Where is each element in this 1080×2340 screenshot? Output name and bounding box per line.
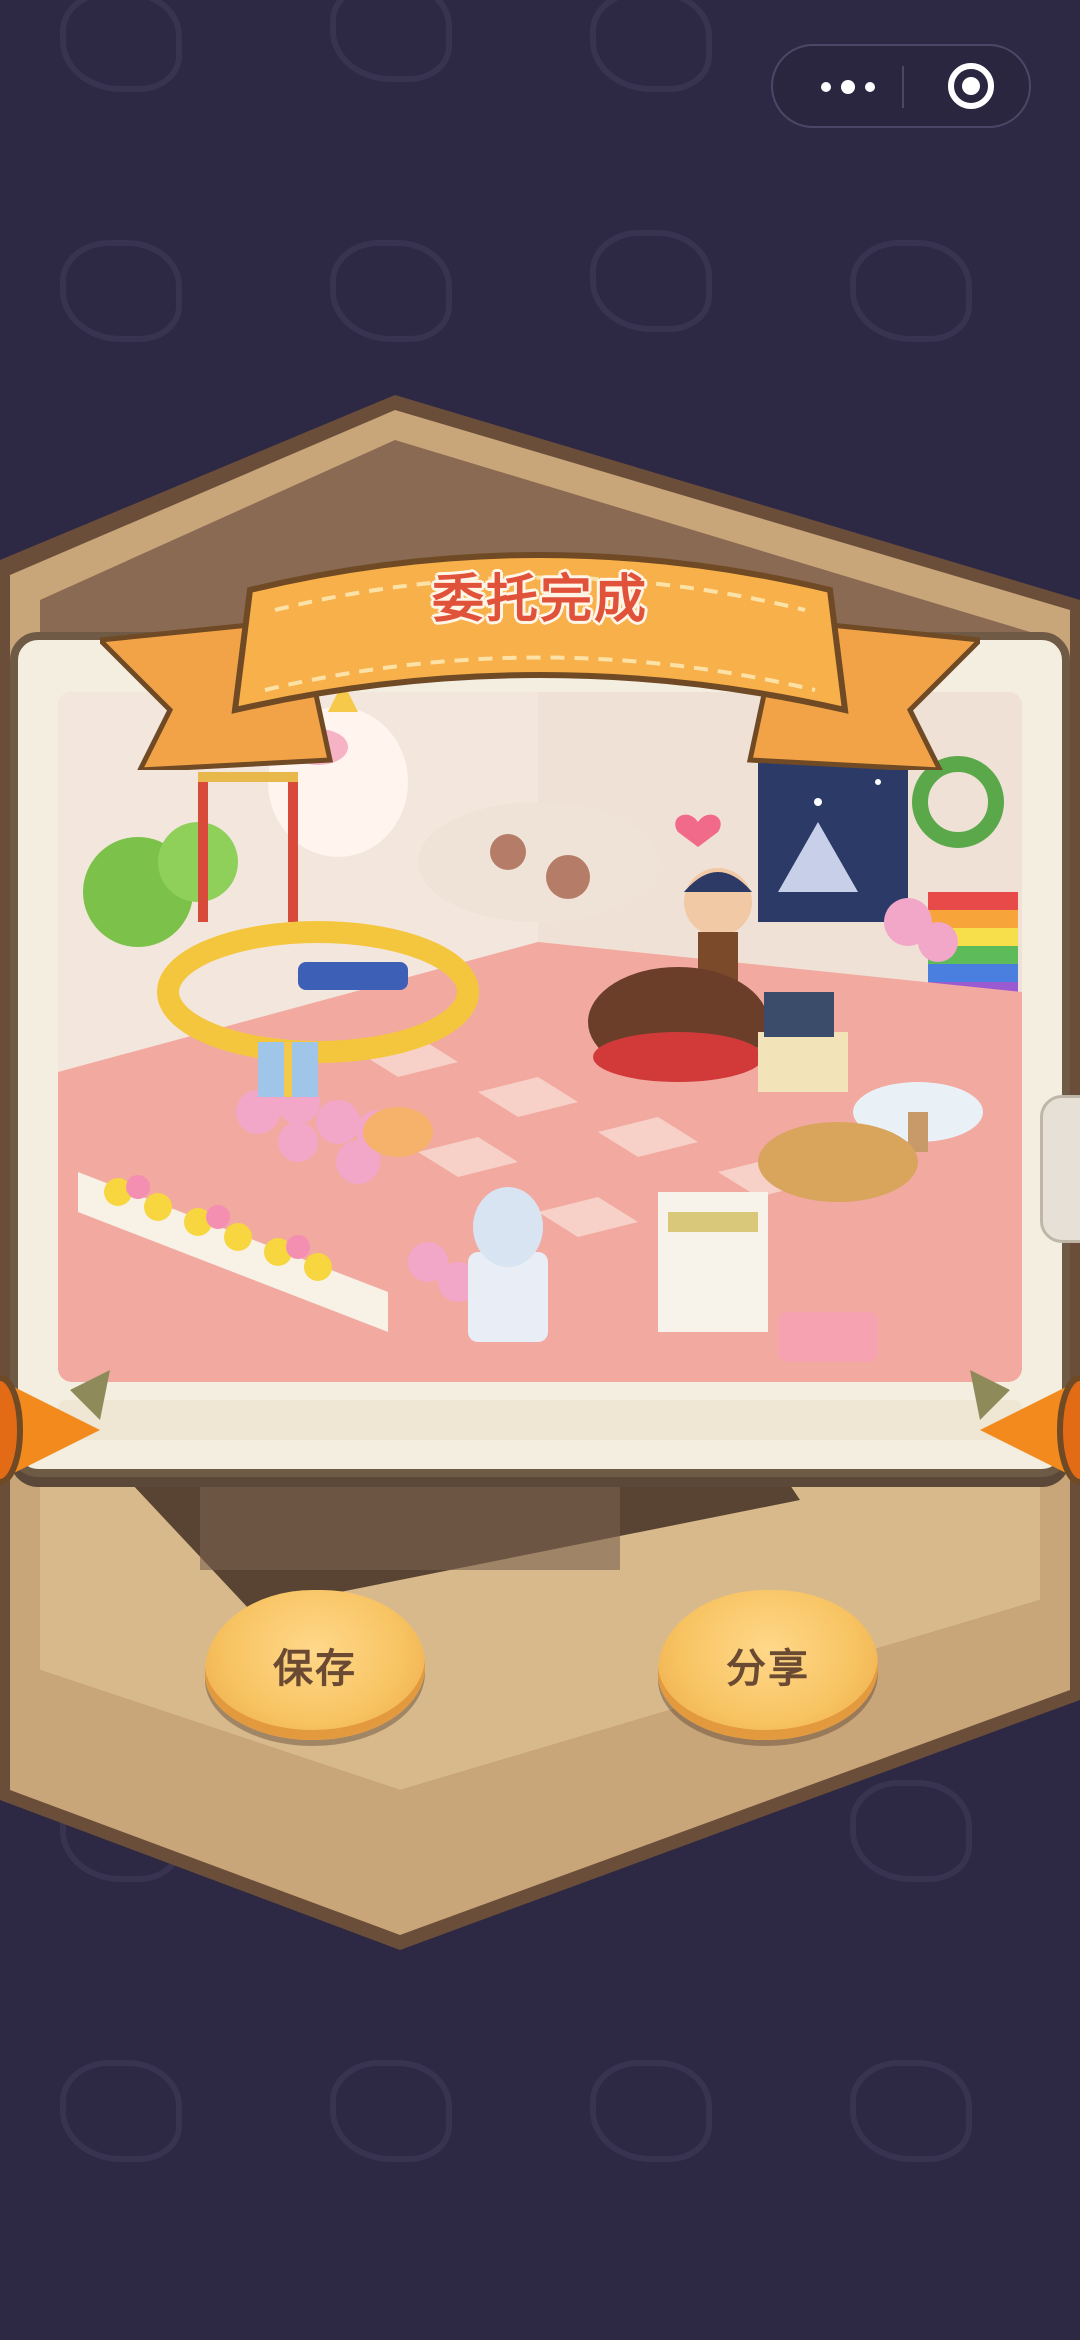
left-trumpet-icon xyxy=(0,1370,110,1485)
side-drawer-handle[interactable] xyxy=(1040,1095,1080,1243)
game-stage: 委托完成 保存 分享 xyxy=(0,0,1080,2340)
share-button[interactable]: 分享 xyxy=(658,1590,878,1740)
dialog-title: 委托完成 xyxy=(431,570,648,630)
room-illustration xyxy=(58,692,1022,1382)
room-scene xyxy=(58,692,1022,1382)
save-button-label: 保存 xyxy=(273,1646,357,1692)
share-button-label: 分享 xyxy=(726,1646,810,1692)
frame-bottom-strip xyxy=(58,1400,1022,1440)
right-trumpet-icon xyxy=(970,1370,1080,1485)
save-button[interactable]: 保存 xyxy=(205,1590,425,1740)
